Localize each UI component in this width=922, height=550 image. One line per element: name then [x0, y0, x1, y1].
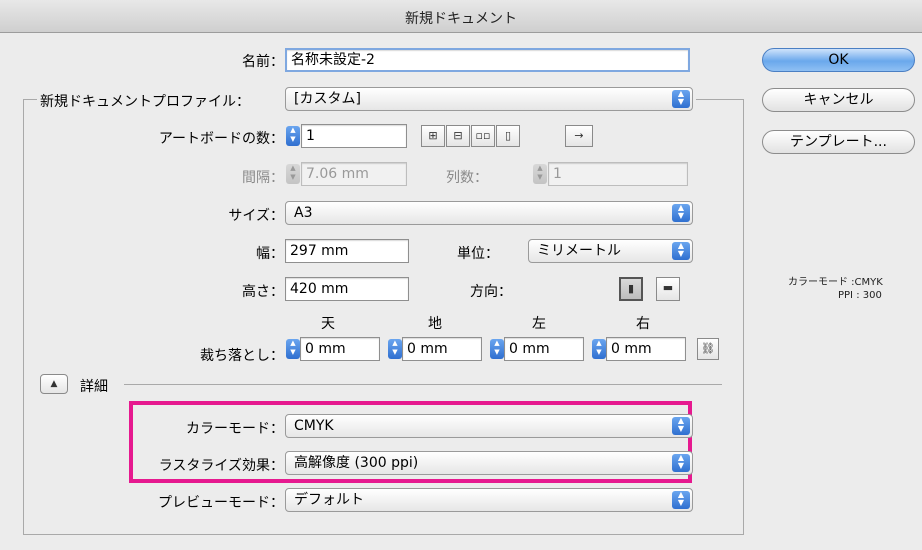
bleed-top-label: 天 [321, 316, 335, 332]
layout-direction-icon[interactable]: → [565, 125, 593, 147]
profile-label: 新規ドキュメントプロファイル： [40, 94, 250, 110]
arrange-by-column-icon[interactable]: ▯ [496, 125, 520, 147]
spacing-input: 7.06 mm [301, 162, 407, 186]
size-select[interactable]: A3 ▲ ▼ [285, 201, 693, 225]
arrange-by-row-icon[interactable]: ▫▫ [471, 125, 495, 147]
preview-mode-select[interactable]: デフォルト ▲ ▼ [285, 488, 693, 512]
width-label: 幅： [256, 246, 284, 262]
bleed-right-stepper-icon[interactable]: ▲ ▼ [592, 339, 606, 359]
bleed-left-label: 左 [532, 316, 546, 332]
preview-mode-label: プレビューモード： [158, 495, 284, 511]
advanced-toggle-icon[interactable]: ▲ [40, 374, 68, 394]
orientation-label: 方向： [470, 284, 512, 300]
size-select-value: A3 [294, 205, 313, 221]
select-arrows-icon: ▲ ▼ [672, 454, 690, 472]
size-label: サイズ： [228, 208, 284, 224]
color-mode-label: カラーモード： [186, 421, 284, 437]
name-input[interactable]: 名称未設定-2 [285, 48, 690, 72]
artboard-count-input[interactable]: 1 [301, 124, 407, 148]
width-input[interactable]: 297 mm [285, 239, 409, 263]
info-ppi: PPI : 300 [838, 290, 882, 301]
bleed-bottom-label: 地 [428, 316, 442, 332]
template-button[interactable]: テンプレート... [762, 130, 915, 154]
profile-select[interactable]: [カスタム] ▲ ▼ [285, 87, 693, 111]
select-arrows-icon: ▲ ▼ [672, 417, 690, 435]
landscape-icon[interactable]: ▬ [656, 277, 680, 301]
window-title: 新規ドキュメント [405, 11, 517, 27]
select-arrows-icon: ▲ ▼ [672, 90, 690, 108]
color-mode-select[interactable]: CMYK ▲ ▼ [285, 414, 693, 438]
bleed-right-label: 右 [636, 316, 650, 332]
ok-button[interactable]: OK [762, 48, 915, 72]
advanced-label: 詳細 [80, 379, 108, 395]
preview-mode-select-value: デフォルト [294, 492, 364, 508]
cancel-button[interactable]: キャンセル [762, 88, 915, 112]
units-label: 単位： [457, 246, 499, 262]
bleed-bottom-input[interactable]: 0 mm [402, 337, 482, 361]
frame-line-right [696, 99, 744, 100]
grid-by-column-icon[interactable]: ⊟ [446, 125, 470, 147]
grid-by-row-icon[interactable]: ⊞ [421, 125, 445, 147]
select-arrows-icon: ▲ ▼ [672, 242, 690, 260]
link-bleed-icon[interactable]: ⛓ [697, 338, 719, 360]
bleed-left-stepper-icon[interactable]: ▲ ▼ [490, 339, 504, 359]
height-input[interactable]: 420 mm [285, 277, 409, 301]
bleed-top-stepper-icon[interactable]: ▲ ▼ [286, 339, 300, 359]
bleed-right-input[interactable]: 0 mm [606, 337, 686, 361]
name-label: 名前： [242, 54, 284, 70]
columns-label: 列数： [446, 170, 488, 186]
frame-line-left [23, 99, 37, 100]
select-arrows-icon: ▲ ▼ [672, 204, 690, 222]
bleed-bottom-stepper-icon[interactable]: ▲ ▼ [388, 339, 402, 359]
raster-effects-select-value: 高解像度 (300 ppi) [294, 455, 419, 471]
units-select-value: ミリメートル [537, 243, 621, 259]
units-select[interactable]: ミリメートル ▲ ▼ [528, 239, 693, 263]
profile-select-value: [カスタム] [294, 91, 361, 107]
advanced-divider [124, 384, 722, 385]
raster-effects-select[interactable]: 高解像度 (300 ppi) ▲ ▼ [285, 451, 693, 475]
select-arrows-icon: ▲ ▼ [672, 491, 690, 509]
spacing-stepper-icon: ▲ ▼ [286, 164, 300, 184]
artboard-count-stepper-icon[interactable]: ▲ ▼ [286, 126, 300, 146]
bleed-label: 裁ち落とし： [200, 348, 284, 364]
artboard-count-label: アートボードの数： [158, 131, 284, 147]
portrait-icon[interactable]: ▮ [619, 277, 643, 301]
raster-effects-label: ラスタライズ効果： [158, 458, 284, 474]
color-mode-select-value: CMYK [294, 418, 334, 434]
title-bar: 新規ドキュメント [0, 0, 922, 33]
bleed-top-input[interactable]: 0 mm [300, 337, 380, 361]
height-label: 高さ： [242, 284, 284, 300]
info-color-mode: カラーモード :CMYK [788, 277, 883, 288]
bleed-left-input[interactable]: 0 mm [504, 337, 584, 361]
spacing-label: 間隔： [242, 170, 284, 186]
columns-stepper-icon: ▲ ▼ [533, 164, 547, 184]
columns-input: 1 [548, 162, 688, 186]
